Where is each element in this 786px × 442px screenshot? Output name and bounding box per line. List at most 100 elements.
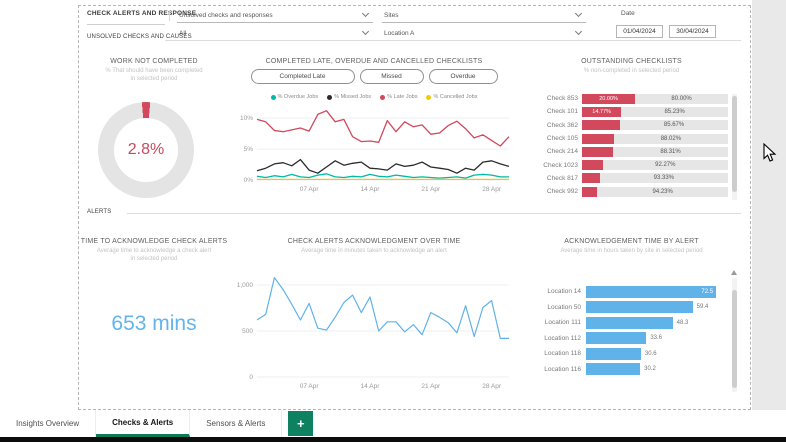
sites-dropdown[interactable]: Sites [382, 8, 586, 23]
outstanding-gray-segment: 88.02% [614, 134, 728, 144]
ack-bar-row[interactable]: Location 11630.2 [524, 362, 726, 378]
outstanding-stacked-bar: 85.67% [582, 120, 728, 130]
ack-bar-label: Location 50 [524, 304, 586, 311]
outstanding-bar-list: Check 85320.00%80.00%Check 10114.77%85.2… [524, 92, 728, 198]
ack-bar-label: Location 111 [524, 319, 586, 326]
work-not-completed-value: 2.8% [98, 102, 194, 198]
ack-bar-track: 30.6 [586, 348, 726, 360]
svg-text:0%: 0% [244, 177, 254, 184]
legend-item[interactable]: % Missed Jobs [327, 94, 371, 100]
ack-bar-row[interactable]: Location 5059.4 [524, 300, 726, 316]
scrollbar-thumb[interactable] [732, 290, 737, 388]
legend-label: % Overdue Jobs [278, 94, 319, 100]
outstanding-gray-segment: 92.27% [603, 160, 728, 170]
new-page-button[interactable]: + [288, 411, 313, 436]
outstanding-row[interactable]: Check 10114.77%85.23% [524, 105, 728, 118]
ack-over-time-line-chart[interactable]: 05001,00007 Apr14 Apr21 Apr28 Apr [233, 258, 515, 390]
completed-late-title: COMPLETED LATE, OVERDUE AND CANCELLED CH… [229, 58, 519, 65]
ack-bar-label: Location 112 [524, 335, 586, 342]
outstanding-row-label: Check 214 [524, 148, 582, 155]
section-rule-alerts [127, 213, 741, 214]
legend-item[interactable]: % Cancelled Jobs [426, 94, 477, 100]
checks-sub-dropdown[interactable]: All [177, 26, 373, 41]
chart-filter-button-missed[interactable]: Missed [360, 69, 424, 84]
outstanding-red-segment [582, 120, 620, 130]
ack-bar [586, 332, 646, 344]
outstanding-title: OUTSTANDING CHECKLISTS [524, 58, 739, 65]
svg-text:5%: 5% [244, 146, 254, 153]
checks-filter-value: Unsolved checks and responses [179, 12, 273, 19]
ack-over-time-title: CHECK ALERTS ACKNOWLEDGMENT OVER TIME [229, 238, 519, 245]
location-dropdown[interactable]: Location A [382, 26, 586, 41]
outstanding-stacked-bar: 94.23% [582, 187, 728, 197]
outstanding-red-segment: 14.77% [582, 107, 621, 117]
time-to-ack-subtitle-2: in selected period [79, 256, 229, 262]
svg-text:21 Apr: 21 Apr [421, 383, 441, 390]
ack-bar-row[interactable]: Location 11830.6 [524, 346, 726, 362]
outstanding-stacked-bar: 93.33% [582, 173, 728, 183]
page-tab-bar: Insights OverviewChecks & AlertsSensors … [0, 410, 786, 437]
outstanding-row[interactable]: Check 817 93.33% [524, 172, 728, 185]
ack-bar [586, 317, 673, 329]
tab-insights-overview[interactable]: Insights Overview [0, 410, 96, 437]
legend-item[interactable]: % Late Jobs [380, 94, 417, 100]
svg-text:500: 500 [242, 328, 253, 335]
svg-text:10%: 10% [240, 115, 253, 122]
work-not-completed-title: WORK NOT COMPLETED [79, 58, 229, 65]
ack-bar-row[interactable]: Location 1472.5 [524, 284, 726, 300]
chart-filter-button-overdue[interactable]: Overdue [429, 69, 498, 84]
scrollbar-thumb[interactable] [732, 96, 737, 192]
outstanding-stacked-bar: 14.77%85.23% [582, 107, 728, 117]
outstanding-row[interactable]: Check 85320.00%80.00% [524, 92, 728, 105]
date-from-input[interactable]: 01/04/2024 [616, 25, 663, 38]
svg-text:28 Apr: 28 Apr [482, 383, 502, 390]
report-canvas: CHECK ALERTS AND RESPONSE Unsolved check… [78, 5, 751, 410]
work-not-completed-subtitle-1: % That should have been completed [79, 68, 229, 74]
outstanding-gray-segment: 93.33% [600, 173, 728, 183]
ack-bar-track: 72.5 [586, 286, 726, 298]
outstanding-gray-segment: 85.67% [620, 120, 728, 130]
time-to-ack-title: TIME TO ACKNOWLEDGE CHECK ALERTS [79, 238, 229, 245]
ack-bar-value: 30.6 [645, 348, 657, 360]
mouse-cursor-icon [763, 143, 777, 163]
header-divider [169, 10, 170, 21]
tab-checks-alerts[interactable]: Checks & Alerts [96, 410, 190, 437]
chart-filter-button-completed-late[interactable]: Completed Late [251, 69, 355, 84]
outstanding-row-label: Check 817 [524, 175, 582, 182]
outstanding-row[interactable]: Check 102392.27% [524, 158, 728, 171]
ack-bar [586, 363, 640, 375]
ack-bar-label: Location 14 [524, 288, 586, 295]
date-to-input[interactable]: 30/04/2024 [669, 25, 716, 38]
outstanding-row[interactable]: Check 362 85.67% [524, 119, 728, 132]
ack-bar-row[interactable]: Location 112 33.6 [524, 331, 726, 347]
ack-bar-row[interactable]: Location 11148.3 [524, 315, 726, 331]
scrollbar-up-arrow-icon[interactable] [731, 270, 737, 275]
ack-bar-value: 30.2 [644, 363, 656, 375]
outstanding-row-label: Check 362 [524, 122, 582, 129]
svg-text:1,000: 1,000 [237, 282, 254, 289]
ack-by-alert-scrollbar[interactable] [732, 278, 737, 392]
svg-text:0: 0 [249, 374, 253, 381]
outstanding-red-segment [582, 134, 614, 144]
outstanding-scrollbar[interactable] [732, 94, 737, 200]
ack-bar-track: 33.6 [586, 332, 726, 344]
outstanding-row-label: Check 105 [524, 135, 582, 142]
completed-late-line-chart[interactable]: 0%5%10%07 Apr14 Apr21 Apr28 Apr [233, 103, 515, 193]
legend-label: % Cancelled Jobs [433, 94, 477, 100]
checks-filter-dropdown[interactable]: Unsolved checks and responses [177, 8, 373, 23]
ack-bar [586, 348, 641, 360]
outstanding-row[interactable]: Check 21488.31% [524, 145, 728, 158]
legend-dot-icon [426, 95, 431, 100]
ack-bar-value: 33.6 [650, 332, 662, 344]
completed-late-legend: % Overdue Jobs % Missed Jobs % Late Jobs % … [229, 94, 519, 100]
outstanding-stacked-bar: 88.31% [582, 147, 728, 157]
ack-over-time-subtitle: Average time in minutes taken to acknowl… [229, 248, 519, 254]
outstanding-gray-segment: 80.00% [635, 94, 728, 104]
outstanding-red-segment [582, 173, 600, 183]
section-label-alerts: ALERTS [87, 209, 111, 215]
legend-item[interactable]: % Overdue Jobs [271, 94, 319, 100]
outstanding-row[interactable]: Check 99294.23% [524, 185, 728, 198]
outstanding-row[interactable]: Check 105 88.02% [524, 132, 728, 145]
tab-sensors-alerts[interactable]: Sensors & Alerts [190, 410, 282, 437]
legend-dot-icon [380, 95, 385, 100]
